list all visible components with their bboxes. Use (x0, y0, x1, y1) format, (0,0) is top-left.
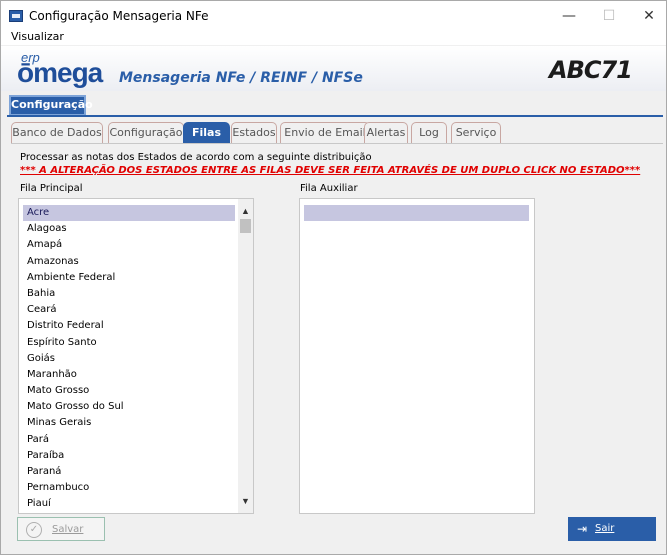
list-item[interactable]: Pará (23, 432, 235, 448)
list-item[interactable]: Paraíba (23, 448, 235, 464)
top-tab-divider (7, 115, 663, 117)
tab-configuracao[interactable]: Configuração (108, 122, 184, 143)
header-banner: erp ōmega Mensageria NFe / REINF / NFSe … (1, 46, 666, 91)
list-item[interactable]: Ceará (23, 302, 235, 318)
banner-tagline: Mensageria NFe / REINF / NFSe (119, 70, 363, 86)
tab-servico[interactable]: Serviço (451, 122, 501, 143)
fila-auxiliar-label: Fila Auxiliar (300, 183, 358, 194)
tab-envio-de-email[interactable]: Envio de Email (280, 122, 370, 143)
logo-omega-text: ōmega (17, 57, 103, 88)
close-button[interactable]: ✕ (627, 1, 667, 31)
minimize-button[interactable]: — (547, 1, 591, 31)
menu-bar: Visualizar (1, 30, 666, 45)
list-item[interactable]: Mato Grosso (23, 383, 235, 399)
fila-principal-list[interactable]: Acre Alagoas Amapá Amazonas Ambiente Federal… (18, 198, 254, 514)
list-item[interactable]: Paraná (23, 464, 235, 480)
tab-configuracao-top[interactable]: Configuração (9, 95, 93, 116)
tab-log[interactable]: Log (411, 122, 447, 143)
list-item[interactable]: Pernambuco (23, 480, 235, 496)
check-icon: ✓ (26, 522, 42, 538)
list-item[interactable]: Espírito Santo (23, 335, 235, 351)
list-item[interactable]: Amazonas (23, 254, 235, 270)
list-item[interactable]: Alagoas (23, 221, 235, 237)
fila-auxiliar-selection[interactable] (304, 205, 529, 221)
list-item[interactable]: Maranhão (23, 367, 235, 383)
list-item[interactable]: Goiás (23, 351, 235, 367)
tab-banco-de-dados[interactable]: Banco de Dados (11, 122, 103, 143)
fila-principal-label: Fila Principal (20, 183, 83, 194)
list-item[interactable]: Acre (23, 205, 235, 222)
abc71-logo: ABC71 (549, 56, 633, 84)
maximize-button[interactable]: ☐ (587, 1, 631, 31)
list-item[interactable]: Ambiente Federal (23, 270, 235, 286)
distribution-info: Processar as notas dos Estados de acordo… (20, 152, 372, 163)
list-item[interactable]: Amapá (23, 237, 235, 253)
list-item[interactable]: Minas Gerais (23, 415, 235, 431)
list-item[interactable]: Distrito Federal (23, 318, 235, 334)
fila-principal-scrollbar[interactable]: ▲ ▼ (238, 199, 253, 513)
menu-visualizar[interactable]: Visualizar (11, 30, 64, 43)
fila-principal-items: Acre Alagoas Amapá Amazonas Ambiente Federal… (23, 205, 235, 513)
list-item[interactable]: Mato Grosso do Sul (23, 399, 235, 415)
salvar-label: Salvar (52, 524, 84, 535)
salvar-button[interactable]: ✓ Salvar (17, 517, 105, 541)
scroll-up-arrow-icon[interactable]: ▲ (238, 203, 253, 219)
scroll-thumb[interactable] (240, 219, 251, 233)
sair-label: Sair (595, 523, 615, 534)
window-title: Configuração Mensageria NFe (29, 9, 209, 23)
fila-auxiliar-list[interactable] (299, 198, 535, 514)
tab-estados[interactable]: Estados (231, 122, 277, 143)
scroll-down-arrow-icon[interactable]: ▼ (238, 493, 253, 509)
main-window: Configuração Mensageria NFe — ☐ ✕ Visual… (0, 0, 667, 555)
tab-filas[interactable]: Filas (183, 122, 230, 143)
sair-button[interactable]: ⇥ Sair (568, 517, 656, 541)
double-click-warning: *** A ALTERAÇÃO DOS ESTADOS ENTRE AS FIL… (20, 165, 641, 176)
app-window-icon (9, 10, 23, 22)
exit-icon: ⇥ (577, 522, 588, 536)
tab-alertas[interactable]: Alertas (364, 122, 408, 143)
list-item[interactable]: Bahia (23, 286, 235, 302)
title-bar[interactable]: Configuração Mensageria NFe — ☐ ✕ (1, 1, 666, 31)
list-item[interactable]: Piauí (23, 496, 235, 512)
